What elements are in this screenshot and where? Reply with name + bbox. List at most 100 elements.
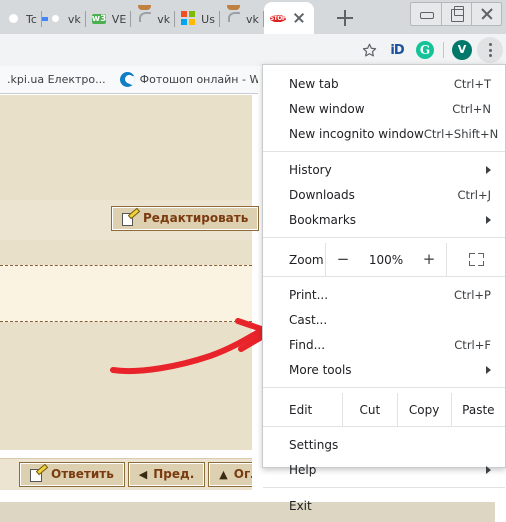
menu-separator — [263, 276, 505, 277]
edge-icon — [119, 72, 135, 87]
tab-list: Tc vk w3 VE vk Us vk STOP — [0, 0, 314, 34]
menu-label: New tab — [289, 76, 339, 91]
menu-accel: Ctrl+P — [453, 287, 491, 302]
tab-3[interactable]: vk — [131, 4, 174, 34]
grammarly-extension-icon[interactable]: G — [411, 36, 439, 64]
menu-item-history[interactable]: History — [263, 157, 505, 182]
menu-label: Exit — [289, 498, 312, 513]
menu-item-settings[interactable]: Settings — [263, 432, 505, 457]
post-toolbar: Ответить ◀ Пред. ▲ Оглавление ▶ След. Ве… — [0, 458, 252, 490]
menu-accel: Ctrl+J — [457, 187, 492, 202]
tab-2[interactable]: w3 VE — [86, 4, 130, 34]
chevron-right-icon — [486, 365, 491, 374]
restore-icon[interactable] — [441, 3, 471, 25]
page-band-edit: Редактировать — [0, 200, 260, 240]
java-favicon — [137, 11, 153, 27]
zoom-label: Zoom — [289, 252, 324, 267]
chrome-main-menu: New tab Ctrl+T New window Ctrl+N New inc… — [262, 64, 506, 513]
id-extension-icon[interactable]: iD — [383, 36, 411, 64]
google-favicon — [48, 11, 64, 27]
tab-6-active[interactable]: STOP — [263, 2, 314, 34]
java-favicon — [226, 11, 242, 27]
quote-block — [0, 266, 252, 321]
toolbar-actions: iD G V — [355, 34, 504, 66]
bookmark-star-icon[interactable] — [355, 36, 383, 64]
bookmark-item-1[interactable]: Фотошоп онлайн - W... — [113, 69, 258, 91]
menu-label: Downloads — [289, 187, 355, 202]
bookmarks-bar: .kpi.ua Електро... Фотошоп онлайн - W... — [0, 66, 258, 94]
tab-label: Us — [201, 12, 215, 26]
menu-separator — [263, 387, 505, 388]
w3schools-favicon: w3 — [91, 14, 107, 24]
menu-item-new-incognito-window[interactable]: New incognito window Ctrl+Shift+N — [263, 121, 505, 146]
menu-item-new-window[interactable]: New window Ctrl+N — [263, 96, 505, 121]
bookmark-item-0[interactable]: .kpi.ua Електро... — [0, 69, 113, 91]
prev-label: Пред. — [153, 467, 195, 481]
menu-item-help[interactable]: Help — [263, 457, 505, 482]
browser-window: Tc vk w3 VE vk Us vk STOP iD G V .kpi.ua… — [0, 0, 506, 522]
menu-item-cast[interactable]: Cast... — [263, 307, 505, 332]
tab-close-icon[interactable] — [292, 11, 306, 25]
menu-accel: Ctrl+Shift+N — [423, 126, 499, 141]
menu-separator — [263, 426, 505, 427]
menu-label: Help — [289, 462, 317, 477]
menu-edit-row: Edit Cut Copy Paste — [263, 393, 505, 426]
menu-item-more-tools[interactable]: More tools — [263, 357, 505, 382]
menu-accel: Ctrl+T — [453, 76, 491, 91]
chevron-right-icon — [486, 215, 491, 224]
menu-accel: Ctrl+F — [454, 337, 491, 352]
fullscreen-button[interactable] — [447, 253, 505, 266]
cut-button[interactable]: Cut — [343, 403, 396, 417]
minimize-icon[interactable] — [411, 3, 441, 25]
tab-label: Tc — [26, 12, 37, 26]
zoom-value: 100% — [368, 252, 404, 267]
menu-label: New window — [289, 101, 365, 116]
menu-separator — [263, 487, 505, 488]
zoom-out-button[interactable]: − — [326, 252, 360, 267]
tab-strip: Tc vk w3 VE vk Us vk STOP — [0, 0, 506, 34]
chrome-menu-kebab-icon[interactable] — [476, 36, 504, 64]
menu-item-print[interactable]: Print... Ctrl+P — [263, 282, 505, 307]
menu-label: Cast... — [289, 312, 328, 327]
edit-post-button[interactable]: Редактировать — [110, 206, 260, 231]
bookmark-label: .kpi.ua Електро... — [7, 73, 106, 86]
edit-post-label: Редактировать — [143, 211, 249, 225]
chevron-right-icon — [486, 465, 491, 474]
dark-circle-favicon — [6, 11, 22, 27]
tab-0[interactable]: Tc — [0, 4, 41, 34]
menu-item-bookmarks[interactable]: Bookmarks — [263, 207, 505, 232]
close-icon[interactable] — [471, 3, 501, 25]
tab-label: vk — [67, 12, 81, 26]
profile-avatar[interactable]: V — [448, 36, 476, 64]
bookmark-label: Фотошоп онлайн - W... — [139, 73, 258, 86]
tab-4[interactable]: Us — [175, 4, 219, 34]
tab-1[interactable]: vk — [42, 4, 85, 34]
copy-button[interactable]: Copy — [398, 403, 451, 417]
reply-button[interactable]: Ответить — [19, 462, 125, 487]
chevron-right-icon — [486, 165, 491, 174]
edit-pencil-icon — [122, 212, 137, 226]
page-band-top — [0, 95, 252, 200]
reply-pencil-icon — [30, 468, 45, 482]
browser-toolbar: iD G V — [0, 34, 506, 66]
menu-item-exit[interactable]: Exit — [263, 493, 505, 518]
contents-button[interactable]: ▲ Оглавление — [208, 462, 252, 487]
menu-label: Bookmarks — [289, 212, 357, 227]
menu-item-new-tab[interactable]: New tab Ctrl+T — [263, 71, 505, 96]
menu-label: New incognito window — [289, 126, 424, 141]
tab-5[interactable]: vk — [220, 4, 263, 34]
menu-label: Find... — [289, 337, 326, 352]
menu-item-find[interactable]: Find... Ctrl+F — [263, 332, 505, 357]
zoom-in-button[interactable]: + — [412, 252, 446, 267]
fullscreen-icon — [468, 253, 484, 266]
menu-item-downloads[interactable]: Downloads Ctrl+J — [263, 182, 505, 207]
menu-label: More tools — [289, 362, 352, 377]
paste-button[interactable]: Paste — [452, 403, 505, 417]
menu-separator — [263, 151, 505, 152]
zoom-controls: − 100% + — [326, 252, 446, 267]
tab-label: vk — [245, 12, 259, 26]
new-tab-button[interactable] — [332, 7, 358, 29]
contents-label: Оглавление — [233, 467, 252, 481]
reply-label: Ответить — [51, 467, 114, 481]
prev-button[interactable]: ◀ Пред. — [127, 462, 206, 487]
